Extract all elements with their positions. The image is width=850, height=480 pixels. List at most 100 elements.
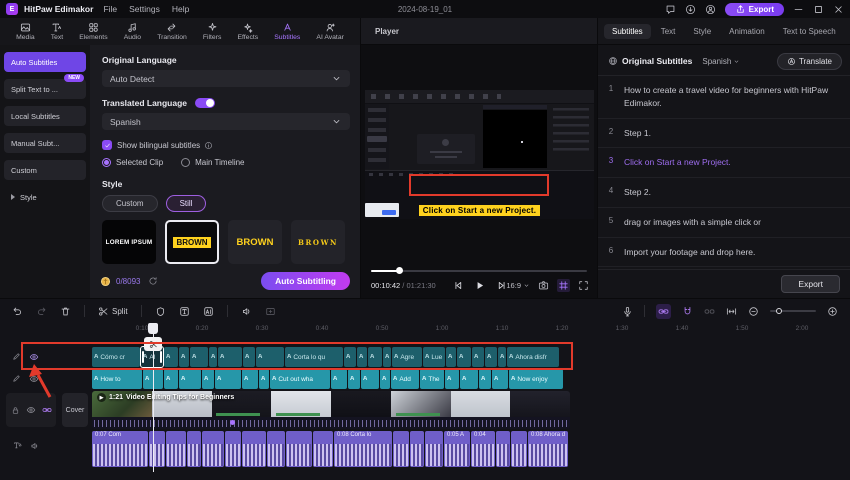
toolbar-item-text[interactable]: Text	[51, 22, 63, 41]
subtitle-row[interactable]: 4 Step 2.	[598, 178, 850, 208]
timeline-ruler[interactable]: 0:10 0:20 0:30 0:40 0:50 1:00 1:10 1:20 1:30 1:40…	[0, 323, 850, 336]
bilingual-checkbox-row[interactable]: Show bilingual subtitles	[102, 140, 350, 150]
ai-tools-button[interactable]	[203, 306, 214, 317]
original-language-select[interactable]: Auto Detect	[102, 70, 350, 87]
link-clips-button[interactable]	[656, 303, 671, 319]
audio-clip[interactable]	[313, 431, 333, 467]
zoom-slider-knob[interactable]	[776, 308, 782, 314]
video-clip[interactable]: ▶ 1:21 Video Editing Tips for Beginners	[92, 391, 570, 429]
maximize-button[interactable]	[813, 4, 824, 15]
style-preset-1[interactable]: LOREM IPSUM	[102, 220, 156, 264]
mask-button[interactable]	[155, 306, 166, 317]
english-subtitle-clip[interactable]: A Now enjoy	[509, 369, 563, 389]
bilingual-checkbox[interactable]	[102, 140, 112, 150]
previous-frame-button[interactable]	[453, 280, 464, 291]
audio-clip[interactable]	[511, 431, 527, 467]
scrubber-knob[interactable]	[396, 267, 403, 274]
toolbar-item-filters[interactable]: Filters	[203, 22, 221, 41]
spanish-subtitle-clip[interactable]: A Ahora disfr	[507, 347, 559, 367]
spanish-subtitle-clip[interactable]: A	[243, 347, 255, 367]
zoom-out-button[interactable]	[748, 306, 759, 317]
style-preset-3[interactable]: BROWN	[228, 220, 282, 264]
subtitle-row[interactable]: 6 Import your footage and drop here.	[598, 238, 850, 268]
toolbar-item-effects[interactable]: Effects	[237, 22, 258, 41]
english-subtitle-clip[interactable]: A	[215, 369, 241, 389]
tab-animation[interactable]: Animation	[721, 24, 773, 39]
feedback-icon-button[interactable]	[665, 4, 676, 15]
audio-clip[interactable]	[410, 431, 424, 467]
edit-track-icon[interactable]	[12, 352, 21, 362]
snap-magnet-button[interactable]	[682, 306, 693, 317]
audio-clip[interactable]	[225, 431, 241, 467]
add-text-button[interactable]	[179, 306, 190, 317]
audio-clip[interactable]: 0:04	[471, 431, 495, 467]
redo-button[interactable]	[36, 306, 47, 317]
spanish-subtitle-clip[interactable]: A	[498, 347, 506, 367]
toolbar-item-transition[interactable]: Transition	[157, 22, 187, 41]
spanish-subtitle-clip[interactable]: A	[209, 347, 217, 367]
spanish-subtitle-clip[interactable]: A Lue	[423, 347, 445, 367]
sidebar-item-custom[interactable]: Custom	[4, 160, 86, 180]
audio-clip[interactable]	[202, 431, 224, 467]
menu-settings[interactable]: Settings	[129, 4, 160, 14]
close-button[interactable]	[833, 4, 844, 15]
english-subtitle-clip[interactable]: A	[331, 369, 347, 389]
spanish-subtitle-clip[interactable]: A	[218, 347, 242, 367]
sidebar-item-split-text-to-[interactable]: Split Text to ... NEW	[4, 74, 86, 99]
spanish-subtitle-clip[interactable]: A	[357, 347, 367, 367]
audio-clip[interactable]	[496, 431, 510, 467]
subtitle-row[interactable]: 3 Click on Start a new Project.	[598, 148, 850, 178]
english-subtitle-clip[interactable]: A	[164, 369, 178, 389]
spanish-subtitle-clip[interactable]: A	[457, 347, 471, 367]
spanish-subtitle-clip[interactable]: A	[383, 347, 391, 367]
refresh-credits-button[interactable]	[148, 276, 158, 286]
unlink-clips-button[interactable]	[704, 306, 715, 317]
sidebar-item-manual-subt-[interactable]: Manual Subt...	[4, 133, 86, 153]
sidebar-item-local-subtitles[interactable]: Local Subtitles	[4, 106, 86, 126]
selected-clip-radio[interactable]	[102, 158, 111, 167]
fullscreen-button[interactable]	[578, 280, 589, 291]
english-subtitle-clip[interactable]: A	[460, 369, 478, 389]
translate-button[interactable]: Translate	[776, 52, 842, 70]
play-button[interactable]	[475, 280, 486, 291]
record-voiceover-button[interactable]	[622, 306, 633, 317]
subtitle-row[interactable]: 5 drag or images with a simple click or	[598, 208, 850, 238]
aspect-ratio-select[interactable]: 16:9	[506, 281, 530, 290]
toolbar-item-subtitles[interactable]: Subtitles	[274, 22, 300, 41]
tab-style[interactable]: Style	[685, 24, 719, 39]
english-subtitle-clip[interactable]: A How to	[92, 369, 142, 389]
spanish-subtitle-clip[interactable]: A	[446, 347, 456, 367]
audio-clip[interactable]	[187, 431, 201, 467]
audio-clip[interactable]: 0:08 Ahora d	[528, 431, 568, 467]
keyframe-marker[interactable]	[230, 420, 235, 425]
english-subtitle-clip[interactable]: A	[380, 369, 390, 389]
minimize-button[interactable]	[793, 4, 804, 15]
style-preset-4[interactable]: BROWN	[291, 220, 345, 264]
spanish-subtitle-clip[interactable]: A	[164, 347, 178, 367]
lock-track-icon[interactable]	[11, 406, 20, 415]
track-visibility-icon[interactable]	[29, 352, 39, 362]
spanish-subtitle-clip[interactable]: A Corta lo qu	[285, 347, 343, 367]
audio-clip[interactable]: 0:07 Com	[92, 431, 148, 467]
spanish-subtitle-clip[interactable]: A	[344, 347, 356, 367]
toolbar-item-audio[interactable]: Audio	[124, 22, 141, 41]
account-icon-button[interactable]	[705, 4, 716, 15]
audio-clip[interactable]	[149, 431, 165, 467]
audio-clip[interactable]: 0:05 A	[444, 431, 470, 467]
split-button[interactable]: Split	[98, 306, 128, 317]
tab-text[interactable]: Text	[653, 24, 684, 39]
tab-text-to-speech[interactable]: Text to Speech	[775, 24, 844, 39]
main-timeline-radio[interactable]	[181, 158, 191, 167]
voice-button[interactable]	[241, 306, 252, 317]
audio-clip[interactable]	[166, 431, 186, 467]
subtitle-row[interactable]: 1 How to create a travel video for beginn…	[598, 76, 850, 119]
spanish-subtitle-clip[interactable]: A	[190, 347, 208, 367]
sidebar-item-auto-subtitles[interactable]: Auto Subtitles	[4, 52, 86, 72]
spanish-subtitle-clip[interactable]: A Agre	[392, 347, 422, 367]
english-subtitle-clip[interactable]: A The	[420, 369, 444, 389]
toolbar-item-ai-avatar[interactable]: AI Avatar	[316, 22, 344, 41]
player-scrubber[interactable]	[371, 267, 587, 275]
track-visibility-icon[interactable]	[26, 405, 36, 415]
edit-track-icon[interactable]	[12, 374, 21, 384]
link-track-icon[interactable]	[42, 405, 52, 415]
